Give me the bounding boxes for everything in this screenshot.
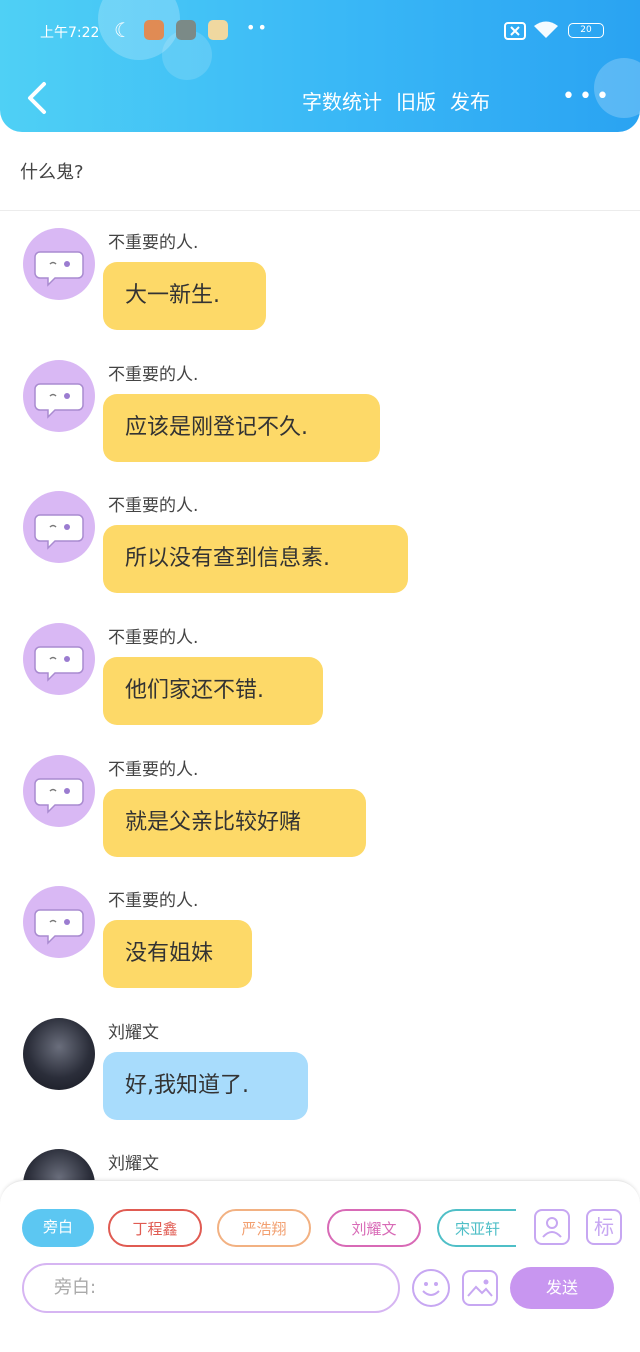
chat-bubble-face-icon[interactable] — [23, 623, 95, 695]
chat-bubble-face-icon[interactable] — [23, 755, 95, 827]
chevron-left-icon[interactable] — [22, 80, 52, 116]
top-header: 上午7:22 ☾ •• 20 字数统计 旧版 发布 ••• — [0, 0, 640, 132]
person-card-icon[interactable] — [534, 1209, 570, 1245]
battery-icon: 20 — [568, 23, 604, 38]
chat-bubble-face-icon[interactable] — [23, 228, 95, 300]
message-bubble[interactable]: 好,我知道了. — [103, 1052, 308, 1120]
message-sender: 不重要的人. — [108, 365, 199, 385]
old-version-button[interactable]: 旧版 — [396, 90, 436, 114]
word-count-button[interactable]: 字数统计 — [302, 90, 382, 114]
message-sender: 不重要的人. — [108, 760, 199, 780]
wechat-app-icon — [208, 20, 228, 40]
emoji-icon[interactable] — [412, 1269, 450, 1307]
message-sender: 不重要的人. — [108, 496, 199, 516]
message-bubble[interactable]: 大一新生. — [103, 262, 266, 330]
role-chip[interactable]: 刘耀文 — [327, 1209, 421, 1247]
message-bubble[interactable]: 应该是刚登记不久. — [103, 394, 380, 462]
wifi-icon — [534, 21, 558, 38]
message-sender: 刘耀文 — [108, 1154, 159, 1174]
camera-app-icon — [176, 20, 196, 40]
chat-bubble-face-icon[interactable] — [23, 491, 95, 563]
role-chip[interactable]: 宋亚轩 — [437, 1209, 516, 1247]
role-chip[interactable]: 丁程鑫 — [108, 1209, 202, 1247]
message-bubble[interactable]: 没有姐妹 — [103, 920, 252, 988]
message-bubble[interactable]: 就是父亲比较好赌 — [103, 789, 366, 857]
moon-icon: ☾ — [114, 18, 132, 42]
sim-off-icon — [504, 22, 526, 40]
status-bar: 上午7:22 ☾ •• 20 — [0, 18, 640, 46]
more-dots-icon: •• — [246, 18, 269, 37]
divider — [0, 210, 640, 211]
message-sender: 刘耀文 — [108, 1023, 159, 1043]
photo-avatar[interactable] — [23, 1018, 95, 1090]
message-sender: 不重要的人. — [108, 891, 199, 911]
send-button[interactable]: 发送 — [510, 1267, 614, 1309]
more-horizontal-icon[interactable]: ••• — [562, 84, 613, 109]
shield-app-icon — [144, 20, 164, 40]
tag-mark-icon[interactable]: 标 — [586, 1209, 622, 1245]
tag-mark-label: 标 — [594, 1215, 614, 1239]
image-icon[interactable] — [462, 1270, 498, 1306]
page-title: 什么鬼? — [20, 162, 84, 183]
message-bubble[interactable]: 所以没有查到信息素. — [103, 525, 408, 593]
status-time: 上午7:22 — [40, 25, 100, 41]
chat-bubble-face-icon[interactable] — [23, 360, 95, 432]
chat-bubble-face-icon[interactable] — [23, 886, 95, 958]
role-chip-narrator[interactable]: 旁白 — [22, 1209, 94, 1247]
role-chip[interactable]: 严浩翔 — [217, 1209, 311, 1247]
message-sender: 不重要的人. — [108, 233, 199, 253]
dialogue-input[interactable]: 旁白: — [22, 1263, 400, 1313]
message-sender: 不重要的人. — [108, 628, 199, 648]
publish-button[interactable]: 发布 — [450, 90, 490, 114]
message-bubble[interactable]: 他们家还不错. — [103, 657, 323, 725]
header-actions: 字数统计 旧版 发布 — [302, 86, 504, 115]
